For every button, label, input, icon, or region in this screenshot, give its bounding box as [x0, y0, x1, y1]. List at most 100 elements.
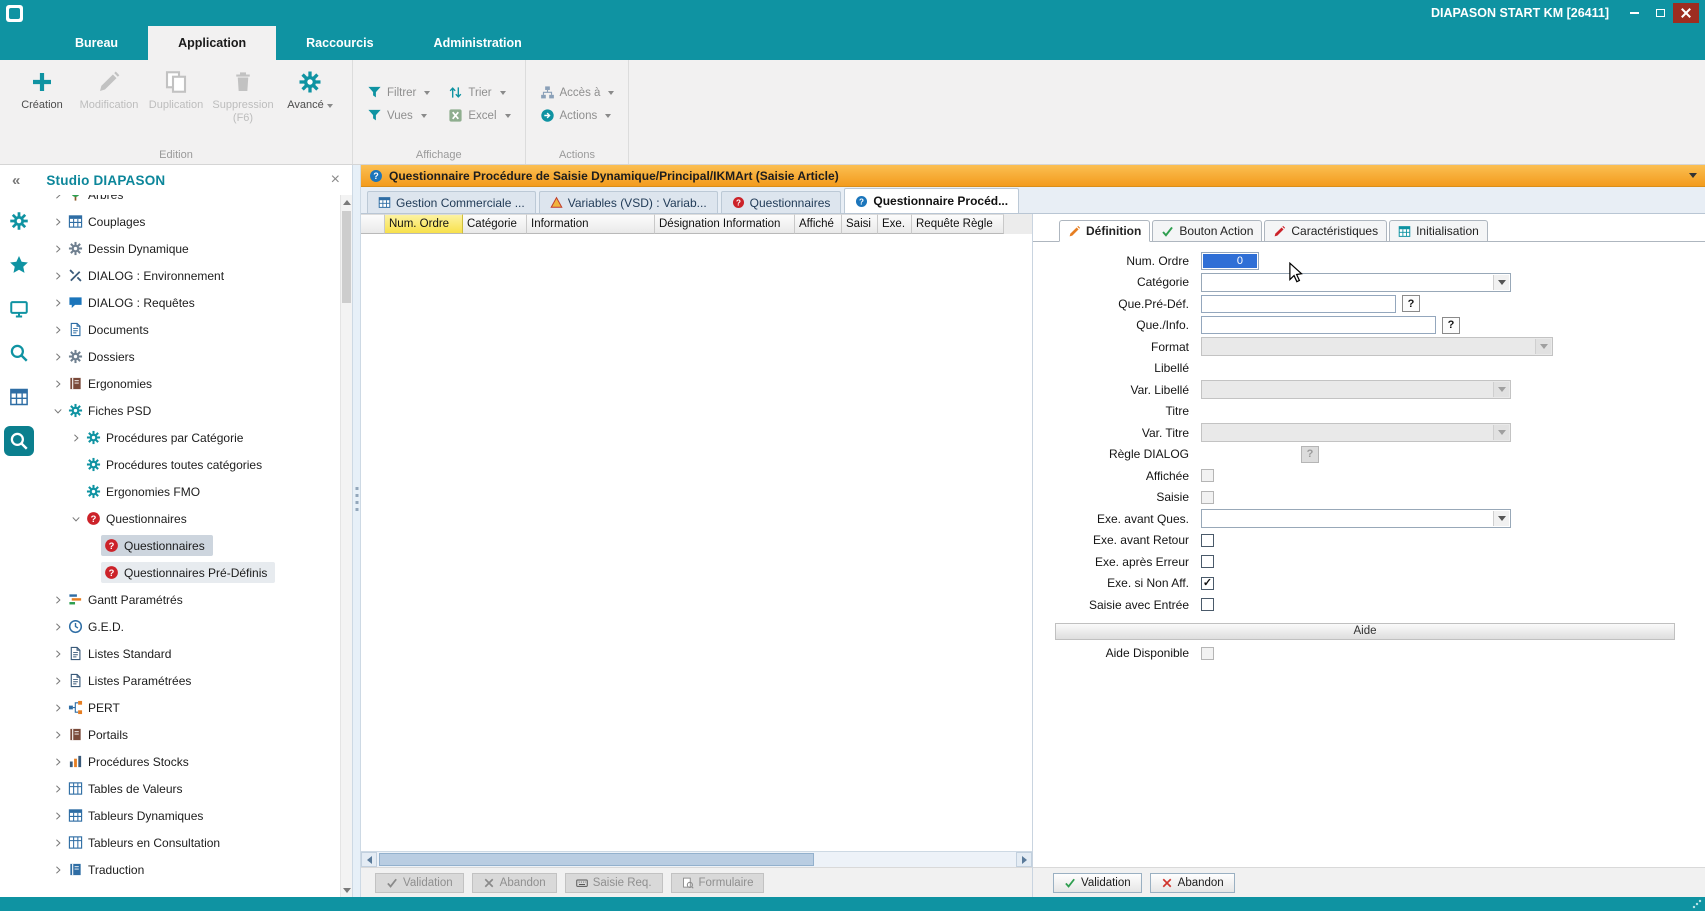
pane-splitter[interactable]	[352, 165, 361, 897]
scroll-down-button[interactable]	[341, 883, 352, 897]
tree-item-listes-standard-l0[interactable]: Listes Standard	[38, 640, 340, 667]
scroll-right-button[interactable]	[1016, 852, 1032, 867]
scroll-up-button[interactable]	[341, 195, 352, 209]
tree-item-proc-dures-par-cat-gorie-l1[interactable]: Procédures par Catégorie	[38, 424, 340, 451]
dropdown-arrow-icon[interactable]	[1493, 511, 1509, 526]
que-info-help-button[interactable]: ?	[1442, 317, 1460, 334]
saisie-avec-entr-e-checkbox[interactable]	[1201, 598, 1214, 611]
maximize-button[interactable]	[1647, 3, 1673, 23]
exe-avant-retour-checkbox[interactable]	[1201, 534, 1214, 547]
tree-item-gantt-param-tr-s-l0[interactable]: Gantt Paramétrés	[38, 586, 340, 613]
chevron-right-icon[interactable]	[50, 838, 65, 848]
close-button[interactable]	[1673, 3, 1699, 23]
tree-item-listes-param-tr-es-l0[interactable]: Listes Paramétrées	[38, 667, 340, 694]
sidebar-scrollbar[interactable]	[340, 195, 352, 897]
menu-tab-administration[interactable]: Administration	[404, 26, 552, 60]
tree-item-questionnaires-l2[interactable]: ?Questionnaires	[38, 532, 340, 559]
tree-item-proc-dures-toutes-cat-gories-l1[interactable]: Procédures toutes catégories	[38, 451, 340, 478]
menu-tab-raccourcis[interactable]: Raccourcis	[276, 26, 403, 60]
validation-button[interactable]: Validation	[1053, 873, 1142, 893]
filtrer-button[interactable]: Filtrer	[367, 85, 430, 100]
grid-column-d-signation-information[interactable]: Désignation Information	[655, 214, 795, 234]
tree-item-tableurs-dynamiques-l0[interactable]: Tableurs Dynamiques	[38, 802, 340, 829]
tree-item-fiches-psd-l0[interactable]: Fiches PSD	[38, 397, 340, 424]
chevron-down-icon[interactable]	[68, 514, 83, 524]
tree-item-questionnaires-pr-d-finis-l2[interactable]: ?Questionnaires Pré-Définis	[38, 559, 340, 586]
resize-grip[interactable]	[1692, 899, 1702, 909]
chevron-right-icon[interactable]	[50, 865, 65, 875]
tree-item-traduction-l0[interactable]: Traduction	[38, 856, 340, 883]
exe-avant-ques-select[interactable]	[1201, 509, 1511, 528]
tree-item-dessin-dynamique-l0[interactable]: Dessin Dynamique	[38, 235, 340, 262]
tree-item-questionnaires-l1[interactable]: ?Questionnaires	[38, 505, 340, 532]
chevron-right-icon[interactable]	[50, 676, 65, 686]
chevron-right-icon[interactable]	[50, 649, 65, 659]
detail-tab-d-finition[interactable]: Définition	[1059, 220, 1150, 242]
monitor-icon[interactable]	[4, 294, 34, 324]
dropdown-arrow-icon[interactable]	[1493, 275, 1509, 290]
tree-item-tableurs-en-consultation-l0[interactable]: Tableurs en Consultation	[38, 829, 340, 856]
chevron-right-icon[interactable]	[50, 784, 65, 794]
grid-column-saisi[interactable]: Saisi	[842, 214, 878, 234]
tree-item-ergonomies-l0[interactable]: Ergonomies	[38, 370, 340, 397]
tree-item-couplages-l0[interactable]: Couplages	[38, 208, 340, 235]
avanc-button[interactable]: Avancé	[278, 63, 342, 112]
chevron-right-icon[interactable]	[50, 352, 65, 362]
chevron-right-icon[interactable]	[50, 244, 65, 254]
menu-tab-bureau[interactable]: Bureau	[45, 26, 148, 60]
chevron-right-icon[interactable]	[50, 217, 65, 227]
modules-icon[interactable]	[4, 382, 34, 412]
chevron-right-icon[interactable]	[50, 811, 65, 821]
chevron-right-icon[interactable]	[50, 757, 65, 767]
detail-tab-caract-ristiques[interactable]: Caractéristiques	[1264, 220, 1387, 242]
tree-item-dossiers-l0[interactable]: Dossiers	[38, 343, 340, 370]
que-info-input[interactable]	[1201, 316, 1436, 334]
doc-tab-questionnaire-proc-d[interactable]: ?Questionnaire Procéd...	[844, 188, 1019, 213]
cr-ation-button[interactable]: Création	[10, 63, 74, 112]
studio-search-icon[interactable]	[4, 426, 34, 456]
que-pr-d-f-help-button[interactable]: ?	[1402, 295, 1420, 312]
grid-column-affich[interactable]: Affiché	[795, 214, 842, 234]
doc-tab-gestion-commerciale[interactable]: Gestion Commerciale ...	[367, 191, 536, 213]
grid-column-information[interactable]: Information	[527, 214, 655, 234]
sidebar-close-button[interactable]: ×	[331, 172, 340, 188]
num-ordre-input[interactable]: 0	[1201, 252, 1259, 270]
search-icon[interactable]	[4, 338, 34, 368]
exe-si-non-aff-checkbox[interactable]: ✓	[1201, 577, 1214, 590]
tree-item-tables-de-valeurs-l0[interactable]: Tables de Valeurs	[38, 775, 340, 802]
tree-item-dialog-requ-tes-l0[interactable]: DIALOG : Requêtes	[38, 289, 340, 316]
chevron-right-icon[interactable]	[50, 730, 65, 740]
tree-item-g-e-d-l0[interactable]: G.E.D.	[38, 613, 340, 640]
chevron-right-icon[interactable]	[68, 433, 83, 443]
chevron-right-icon[interactable]	[50, 703, 65, 713]
scrollbar-track[interactable]	[377, 852, 1016, 867]
cat-gorie-select[interactable]	[1201, 273, 1511, 292]
horizontal-scrollbar[interactable]	[361, 851, 1032, 867]
scrollbar-thumb[interactable]	[379, 853, 814, 866]
grid-column-requ-te-r-gle[interactable]: Requête Règle	[912, 214, 1004, 234]
chevron-right-icon[interactable]	[50, 195, 65, 200]
settings-icon[interactable]	[4, 206, 34, 236]
tree-item-pert-l0[interactable]: PERT	[38, 694, 340, 721]
chevron-right-icon[interactable]	[50, 595, 65, 605]
sidebar-collapse-button[interactable]: «	[12, 172, 20, 189]
vues-button[interactable]: Vues	[367, 108, 430, 123]
detail-tab-initialisation[interactable]: Initialisation	[1389, 220, 1488, 242]
tree-item-documents-l0[interactable]: Documents	[38, 316, 340, 343]
favorites-icon[interactable]	[4, 250, 34, 280]
trier-button[interactable]: Trier	[448, 85, 510, 100]
doc-tab-variables-vsd-variab[interactable]: Variables (VSD) : Variab...	[539, 191, 718, 213]
grid-column-exe[interactable]: Exe.	[878, 214, 912, 234]
tree-item-arbres-l0[interactable]: Arbres	[38, 195, 340, 208]
doc-tab-questionnaires[interactable]: ?Questionnaires	[721, 191, 842, 213]
tree-item-portails-l0[interactable]: Portails	[38, 721, 340, 748]
acc-s-button[interactable]: Accès à	[540, 85, 615, 100]
excel-button[interactable]: Excel	[448, 108, 510, 123]
grid-select-all-cell[interactable]	[361, 214, 385, 234]
actions-button[interactable]: Actions	[540, 108, 615, 123]
chevron-right-icon[interactable]	[50, 325, 65, 335]
tree-item-dialog-environnement-l0[interactable]: DIALOG : Environnement	[38, 262, 340, 289]
chevron-right-icon[interactable]	[50, 379, 65, 389]
scrollbar-thumb[interactable]	[342, 211, 351, 303]
grid-body[interactable]	[361, 234, 1032, 851]
